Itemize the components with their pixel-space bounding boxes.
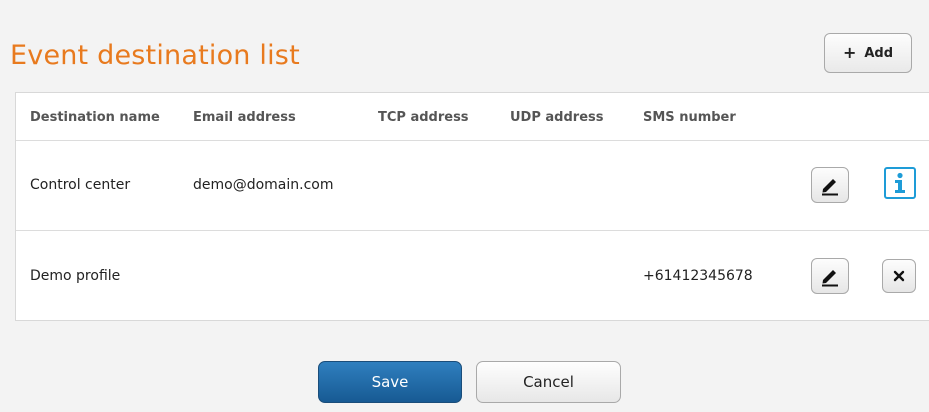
save-button[interactable]: Save: [318, 361, 462, 403]
page-title: Event destination list: [10, 40, 300, 71]
table-row: Control center demo@domain.com: [16, 140, 929, 231]
close-icon: [893, 270, 905, 282]
cell-email-address: demo@domain.com: [193, 177, 334, 193]
edit-icon: [822, 179, 838, 196]
edit-button[interactable]: [811, 167, 849, 203]
info-button[interactable]: [884, 167, 916, 199]
table-header: Destination name Email address TCP addre…: [16, 93, 929, 141]
destination-table: Destination name Email address TCP addre…: [15, 92, 929, 321]
header-destination-name: Destination name: [30, 110, 160, 125]
cancel-button[interactable]: Cancel: [476, 361, 621, 403]
info-icon: [895, 172, 905, 193]
cell-destination-name: Demo profile: [30, 268, 121, 284]
edit-button[interactable]: [811, 258, 849, 294]
delete-button[interactable]: [882, 259, 916, 293]
add-button-label: Add: [864, 45, 894, 61]
header-sms-number: SMS number: [643, 110, 736, 125]
add-button[interactable]: + Add: [824, 33, 912, 73]
plus-icon: +: [842, 43, 857, 62]
cell-destination-name: Control center: [30, 177, 131, 193]
cell-sms-number: +61412345678: [643, 268, 753, 284]
edit-icon: [822, 270, 838, 287]
header-email-address: Email address: [193, 110, 296, 125]
header-udp-address: UDP address: [510, 110, 604, 125]
table-row: Demo profile +61412345678: [16, 231, 929, 321]
header-tcp-address: TCP address: [378, 110, 469, 125]
